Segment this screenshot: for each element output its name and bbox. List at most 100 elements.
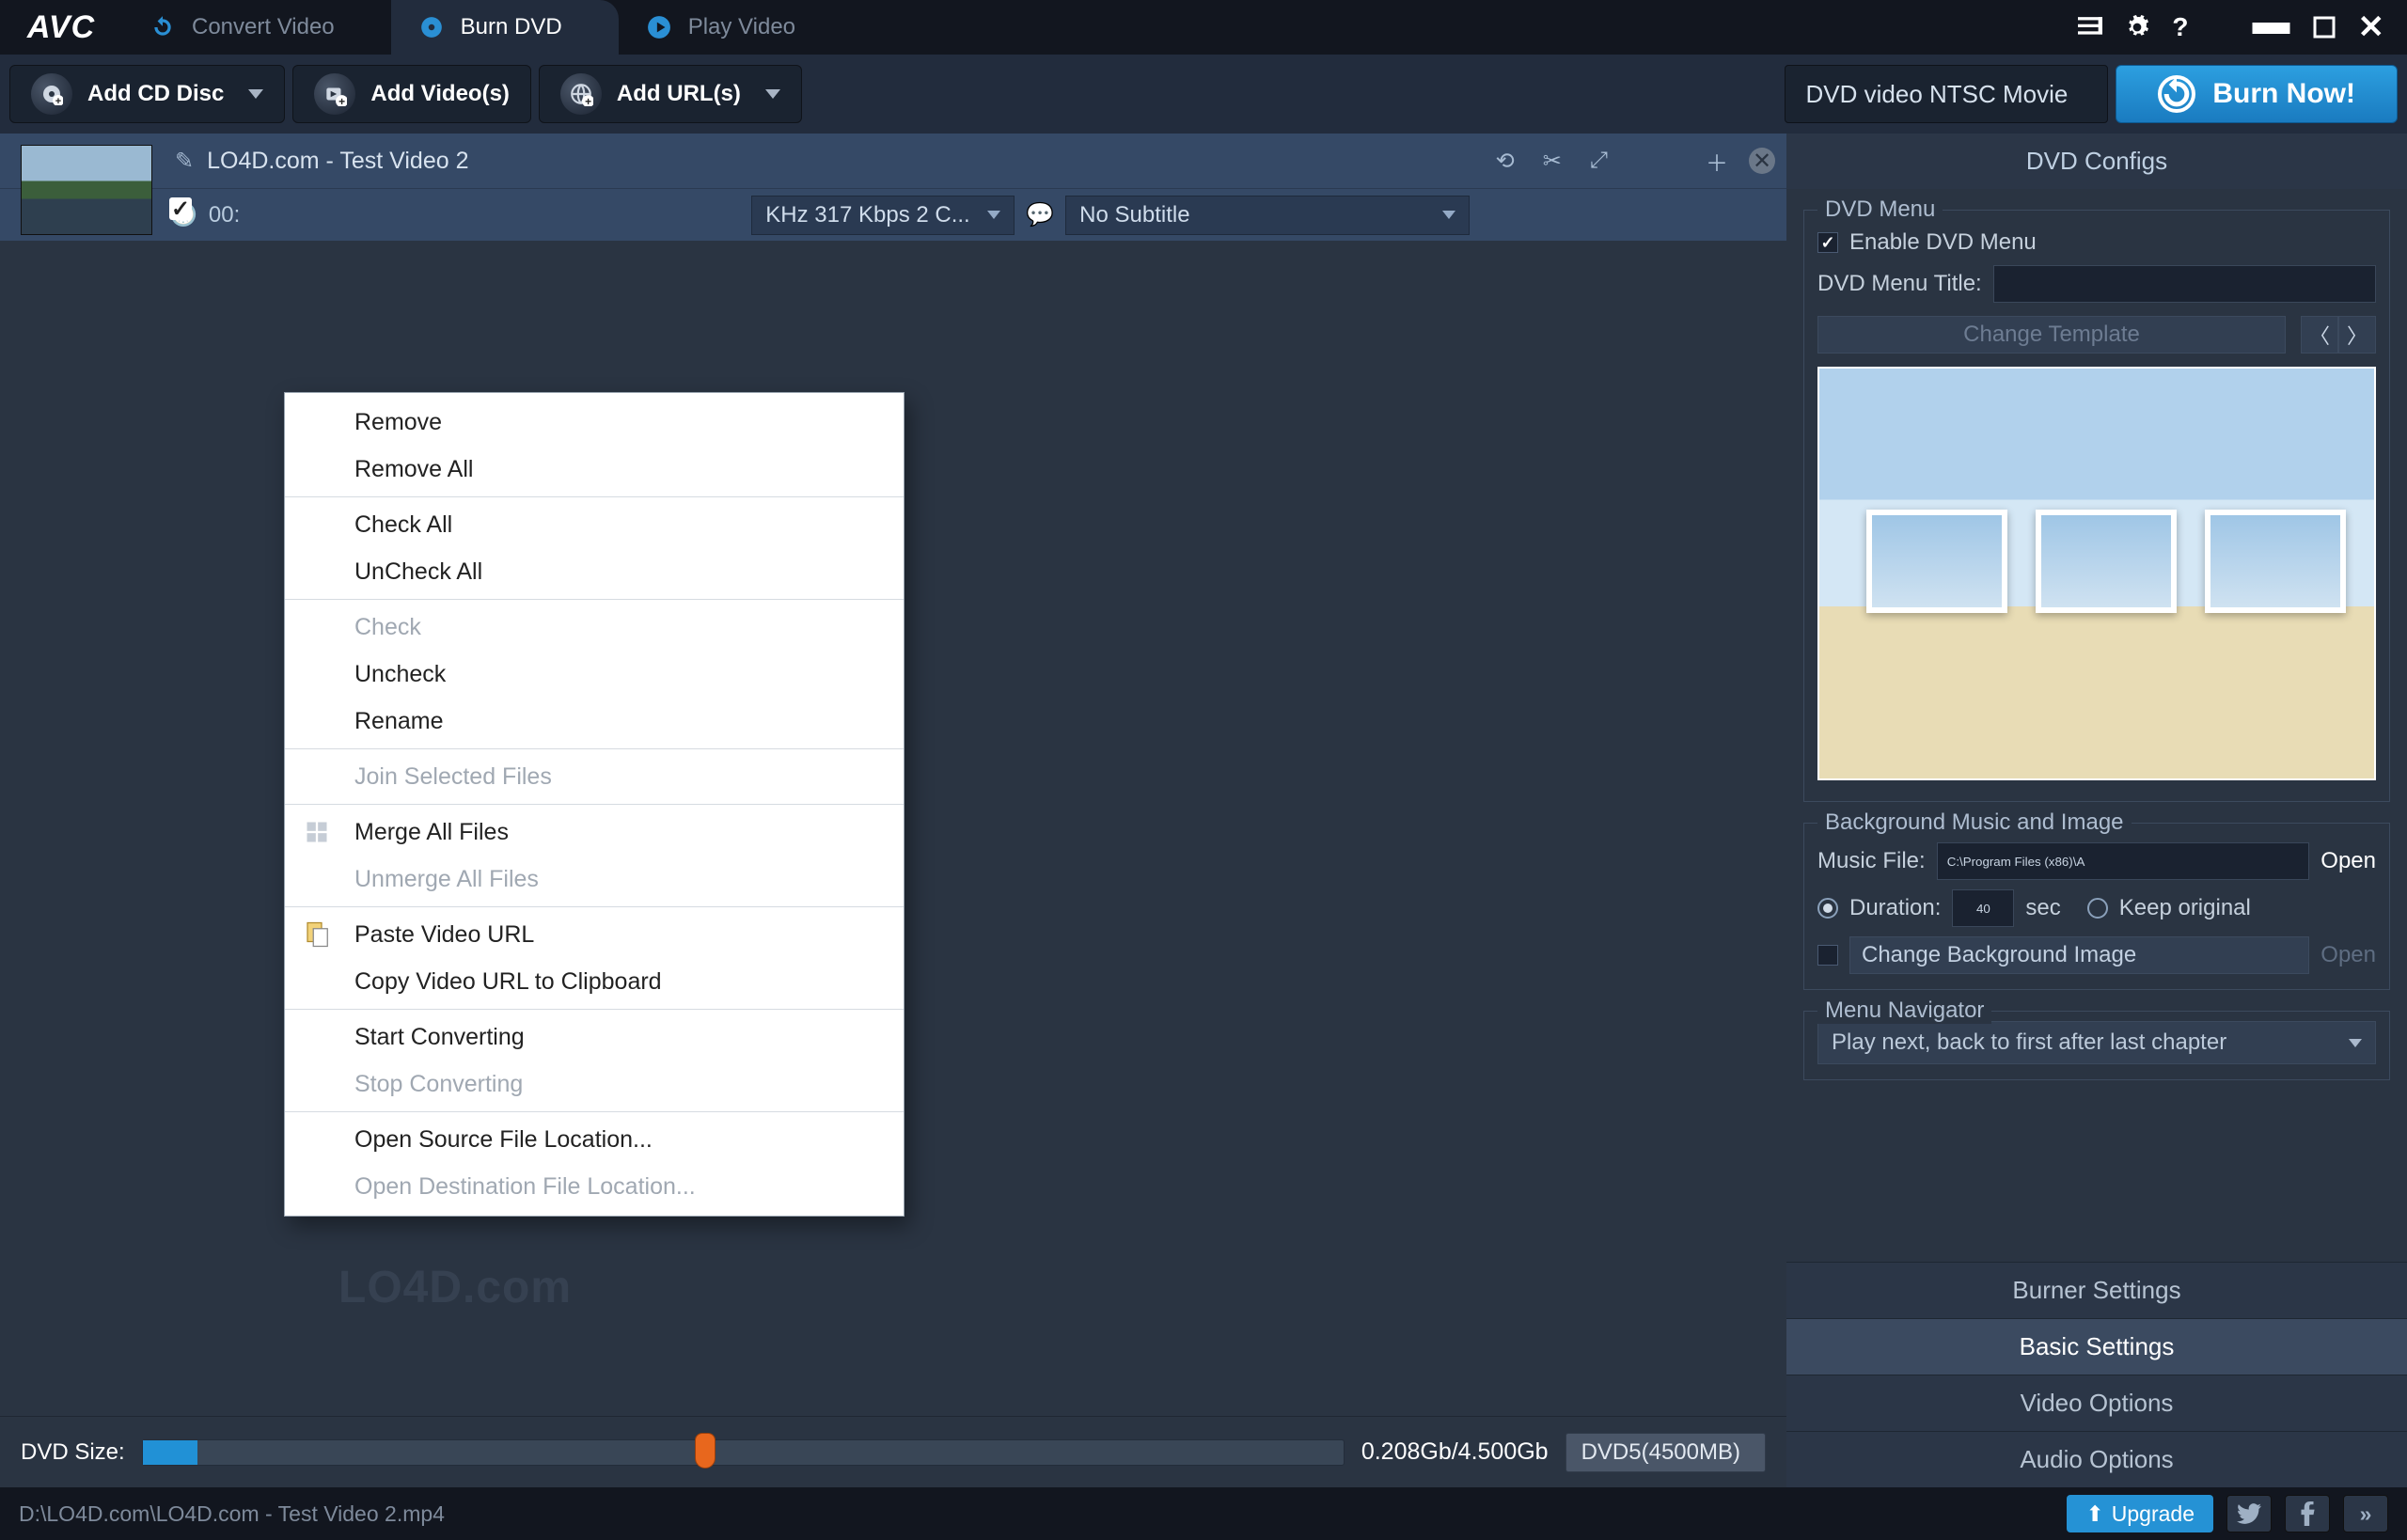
burn-now-button[interactable]: Burn Now! (2116, 65, 2398, 123)
accordion-video-options[interactable]: Video Options (1786, 1375, 2407, 1431)
disc-type-selector[interactable]: DVD5(4500MB) (1565, 1433, 1766, 1472)
add-cd-disc-button[interactable]: + Add CD Disc (9, 65, 285, 123)
file-item[interactable]: ✎ LO4D.com - Test Video 2 ⟲ ✂ ⤢ ＋ ✕ ✓ 🕘 … (0, 134, 1786, 241)
dvd-configs-header: DVD Configs (1786, 134, 2407, 189)
dvd-capacity-marker[interactable] (695, 1433, 716, 1469)
maximize-button[interactable] (2313, 16, 2336, 39)
enable-dvd-menu-checkbox[interactable]: ✓ (1817, 232, 1838, 253)
item-checkbox[interactable]: ✓ (169, 197, 192, 220)
window-controls: ? ▬ ✕ (2055, 0, 2407, 55)
template-thumb (2205, 510, 2346, 613)
accordion-audio-options[interactable]: Audio Options (1786, 1431, 2407, 1487)
file-title: LO4D.com - Test Video 2 (207, 148, 1474, 175)
subtitle-label: No Subtitle (1079, 202, 1189, 228)
output-profile-selector[interactable]: DVD video NTSC Movie (1785, 65, 2109, 123)
enable-dvd-menu-label: Enable DVD Menu (1849, 229, 2037, 256)
subtitle-selector[interactable]: No Subtitle (1065, 196, 1470, 235)
app-tabs-bar: AVC Convert Video Burn DVD Play Video ? … (0, 0, 2407, 55)
music-open-button[interactable]: Open (2320, 848, 2376, 874)
video-thumbnail[interactable] (21, 145, 152, 235)
tab-burn-dvd[interactable]: Burn DVD (391, 0, 619, 55)
close-button[interactable]: ✕ (2358, 8, 2385, 46)
music-file-input[interactable] (1937, 842, 2310, 880)
context-menu-item[interactable]: Uncheck (285, 651, 904, 698)
dvd-capacity-track[interactable] (142, 1439, 1345, 1466)
bg-image-open-button[interactable]: Open (2320, 942, 2376, 968)
context-menu-label: Start Converting (354, 1024, 525, 1051)
context-menu-item[interactable]: Open Source File Location... (285, 1116, 904, 1163)
keep-original-radio[interactable] (2087, 898, 2108, 919)
add-videos-label: Add Video(s) (370, 81, 510, 107)
bg-legend: Background Music and Image (1817, 809, 2132, 836)
list-icon[interactable] (2078, 17, 2102, 38)
context-menu-label: Stop Converting (354, 1071, 523, 1098)
context-menu-label: Check (354, 614, 421, 641)
context-menu-item[interactable]: Remove All (285, 446, 904, 493)
globe-add-icon: + (560, 73, 602, 115)
context-menu-item[interactable]: Remove (285, 399, 904, 446)
tab-play-video[interactable]: Play Video (619, 0, 852, 55)
accordion-basic-settings[interactable]: Basic Settings (1786, 1318, 2407, 1375)
context-menu-item[interactable]: Copy Video URL to Clipboard (285, 958, 904, 1005)
context-menu-label: Remove (354, 409, 442, 436)
context-menu-label: Copy Video URL to Clipboard (354, 968, 662, 996)
dvd-menu-title-input[interactable] (1993, 265, 2376, 303)
crop-icon[interactable]: ⤢ (1582, 148, 1615, 174)
play-icon (647, 15, 671, 39)
change-bg-image-label: Change Background Image (1862, 942, 2136, 968)
dvd-size-value: 0.208Gb/4.500Gb (1361, 1438, 1549, 1466)
context-menu-label: Remove All (354, 456, 473, 483)
gear-icon[interactable] (2125, 15, 2149, 39)
twitter-button[interactable] (2226, 1495, 2272, 1532)
dvd-menu-group: DVD Menu ✓ Enable DVD Menu DVD Menu Titl… (1803, 210, 2390, 802)
context-menu-item: Open Destination File Location... (285, 1163, 904, 1210)
context-menu-item[interactable]: Paste Video URL (285, 911, 904, 958)
dvd-configs-panel: DVD Configs DVD Menu ✓ Enable DVD Menu D… (1786, 134, 2407, 1487)
refresh-icon[interactable]: ⟲ (1488, 148, 1522, 175)
paste-icon (300, 918, 334, 951)
pencil-icon[interactable]: ✎ (175, 148, 194, 175)
context-menu-label: Open Destination File Location... (354, 1173, 696, 1201)
context-menu-label: Check All (354, 511, 452, 539)
add-cd-disc-label: Add CD Disc (87, 81, 224, 107)
chevron-down-icon (1442, 211, 1455, 219)
status-bar: D:\LO4D.com\LO4D.com - Test Video 2.mp4 … (0, 1487, 2407, 1540)
status-path: D:\LO4D.com\LO4D.com - Test Video 2.mp4 (19, 1501, 445, 1527)
template-prev-button[interactable]: 〈 (2301, 316, 2338, 354)
change-template-button[interactable]: Change Template (1817, 316, 2286, 354)
scissors-icon[interactable]: ✂ (1535, 148, 1569, 175)
context-menu-item[interactable]: Start Converting (285, 1014, 904, 1061)
menu-navigator-selector[interactable]: Play next, back to first after last chap… (1817, 1021, 2376, 1064)
duration-radio[interactable] (1817, 898, 1838, 919)
context-menu-item[interactable]: Merge All Files (285, 809, 904, 856)
plus-icon[interactable]: ＋ (1698, 145, 1736, 178)
context-menu-item[interactable]: Rename (285, 698, 904, 745)
facebook-button[interactable] (2285, 1495, 2330, 1532)
duration-input[interactable] (1952, 889, 2014, 927)
upgrade-button[interactable]: ⬆Upgrade (2067, 1495, 2213, 1532)
menu-navigator-value: Play next, back to first after last chap… (1832, 1029, 2226, 1056)
template-next-button[interactable]: 〉 (2338, 316, 2376, 354)
context-menu-item[interactable]: Check All (285, 501, 904, 548)
duration-unit: sec (2025, 895, 2060, 921)
more-button[interactable]: » (2343, 1495, 2388, 1532)
change-bg-image-button[interactable]: Change Background Image (1849, 936, 2309, 974)
tab-convert-video[interactable]: Convert Video (122, 0, 391, 55)
refresh-icon (150, 15, 175, 39)
minimize-button[interactable]: ▬ (2253, 1, 2290, 43)
audio-track-selector[interactable]: KHz 317 Kbps 2 C... (751, 196, 1015, 235)
duration-label: Duration: (1849, 895, 1941, 921)
dvd-size-bar: DVD Size: 0.208Gb/4.500Gb DVD5(4500MB) (0, 1416, 1786, 1487)
help-icon[interactable]: ? (2172, 12, 2188, 42)
add-urls-button[interactable]: + Add URL(s) (539, 65, 802, 123)
close-icon[interactable]: ✕ (1749, 148, 1775, 174)
add-videos-button[interactable]: + Add Video(s) (292, 65, 531, 123)
context-menu-item: Stop Converting (285, 1061, 904, 1108)
template-thumb (1866, 510, 2007, 613)
accordion-burner-settings[interactable]: Burner Settings (1786, 1262, 2407, 1318)
tab-play-label: Play Video (688, 14, 795, 40)
svg-text:+: + (585, 95, 591, 106)
menu-template-preview[interactable] (1817, 367, 2376, 780)
context-menu-item[interactable]: UnCheck All (285, 548, 904, 595)
change-bg-image-checkbox[interactable] (1817, 945, 1838, 966)
